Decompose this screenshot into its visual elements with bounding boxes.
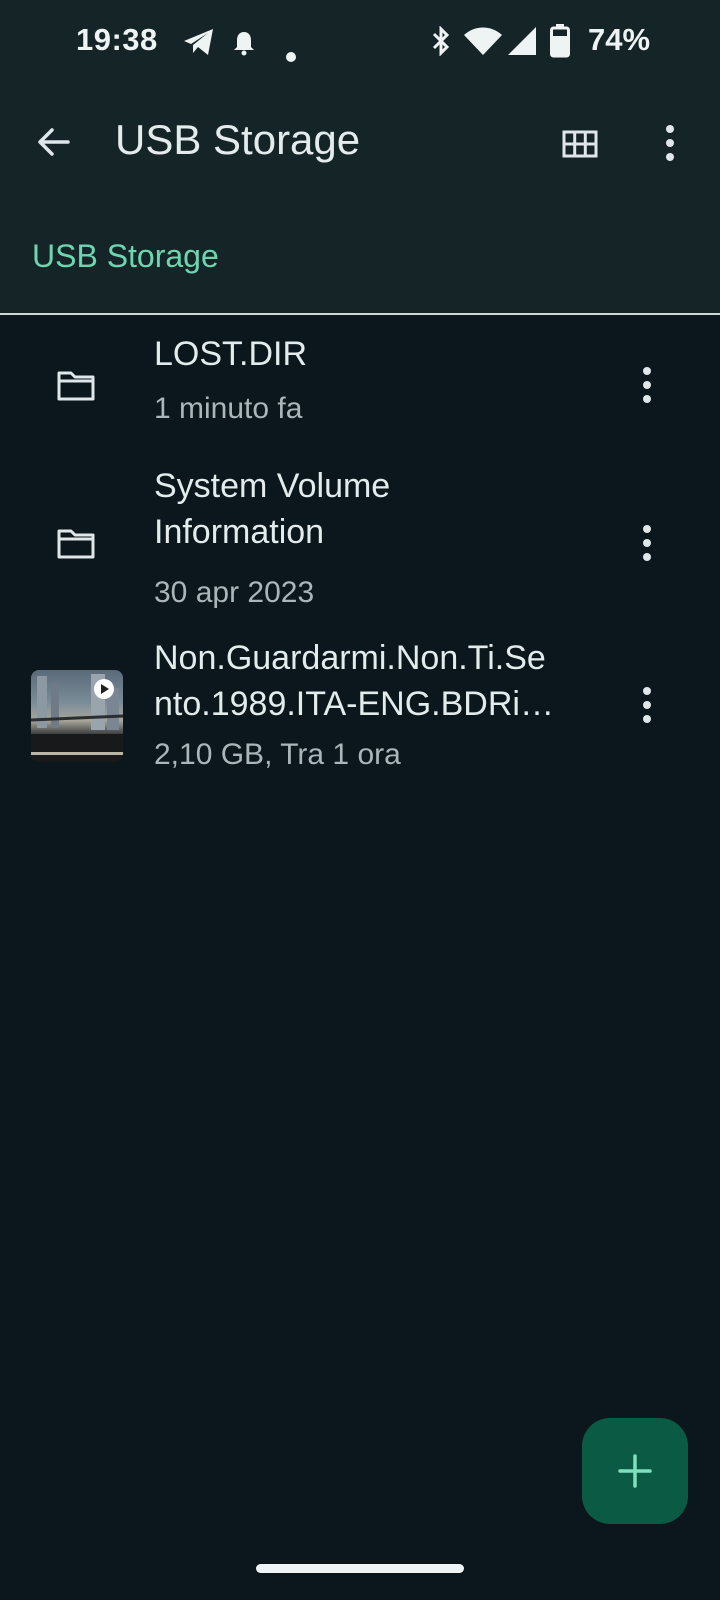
- status-time: 19:38: [76, 22, 158, 57]
- plus-icon: [617, 1453, 653, 1494]
- battery-icon: [550, 24, 570, 66]
- item-more-icon[interactable]: [632, 520, 662, 566]
- more-options-icon[interactable]: [655, 120, 685, 166]
- item-more-icon[interactable]: [632, 362, 662, 408]
- file-name-line-1: System Volume: [154, 467, 391, 505]
- header-divider: [0, 313, 720, 315]
- list-item[interactable]: LOST.DIR 1 minuto fa: [0, 330, 720, 456]
- item-more-icon[interactable]: [632, 682, 662, 728]
- grid-view-icon[interactable]: [560, 124, 600, 164]
- list-item[interactable]: Non.Guardarmi.Non.Ti.Se nto.1989.ITA-ENG…: [0, 639, 720, 788]
- file-meta: 2,10 GB, Tra 1 ora: [154, 738, 401, 771]
- add-fab-button[interactable]: [582, 1418, 688, 1524]
- status-bar: 19:38 74%: [0, 0, 720, 80]
- gesture-nav-handle[interactable]: [256, 1564, 464, 1573]
- video-thumbnail: [31, 670, 123, 762]
- play-icon: [93, 678, 115, 705]
- dot-icon: [285, 35, 297, 71]
- battery-percent: 74%: [588, 22, 651, 57]
- file-meta: 30 apr 2023: [154, 576, 315, 609]
- app-bar: USB Storage: [0, 90, 720, 200]
- breadcrumb[interactable]: USB Storage: [32, 238, 219, 275]
- folder-icon: [56, 370, 96, 407]
- file-meta: 1 minuto fa: [154, 392, 303, 425]
- cellular-signal-icon: [507, 26, 537, 64]
- file-name-line-2: Information: [154, 513, 325, 551]
- file-name: LOST.DIR: [154, 335, 308, 373]
- file-name-line-1: Non.Guardarmi.Non.Ti.Se: [154, 639, 546, 677]
- telegram-icon: [182, 27, 216, 65]
- wifi-icon: [463, 26, 503, 64]
- list-item[interactable]: System Volume Information 30 apr 2023: [0, 462, 720, 620]
- page-title: USB Storage: [115, 116, 361, 163]
- bluetooth-icon: [430, 25, 452, 64]
- back-arrow-icon[interactable]: [34, 122, 74, 162]
- folder-icon: [56, 528, 96, 565]
- notification-bell-icon: [233, 28, 255, 64]
- file-name-line-2: nto.1989.ITA-ENG.BDRi…: [154, 685, 554, 723]
